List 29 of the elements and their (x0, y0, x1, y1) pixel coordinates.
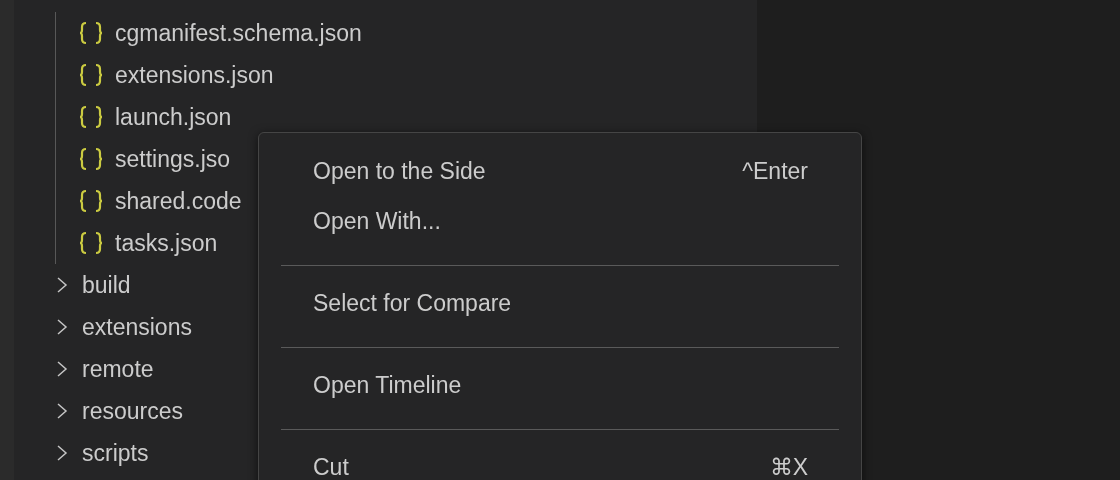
file-name[interactable]: launch.json (115, 103, 232, 131)
file-name[interactable]: tasks.json (115, 229, 218, 257)
folder-name[interactable]: build (82, 271, 131, 299)
braces-icon (78, 188, 104, 214)
braces-icon (78, 146, 104, 172)
folder-name[interactable]: resources (82, 397, 183, 425)
folder-name[interactable]: remote (82, 355, 154, 383)
folder-name[interactable]: extensions (82, 313, 192, 341)
file-name[interactable]: settings.jso (115, 145, 231, 173)
menu-item[interactable]: Cut ⌘X (281, 445, 839, 480)
menu-item[interactable]: Open Timeline (281, 363, 839, 407)
shortcut-label: ^Enter (742, 157, 808, 185)
chevron-icon[interactable] (55, 358, 69, 380)
braces-icon (78, 230, 104, 256)
braces-icon (78, 104, 104, 130)
chevron-icon[interactable] (55, 316, 69, 338)
file-name[interactable]: shared.code (115, 187, 242, 215)
file-name[interactable]: extensions.json (115, 61, 274, 89)
menu-item[interactable]: Open With... (281, 199, 839, 243)
file-name[interactable]: cgmanifest.schema.json (115, 19, 362, 47)
menu-item[interactable]: Select for Compare (281, 281, 839, 325)
chevron-icon[interactable] (55, 274, 69, 296)
folder-name[interactable]: scripts (82, 439, 149, 467)
shortcut-label: ⌘X (769, 453, 808, 480)
braces-icon (78, 62, 104, 88)
braces-icon (78, 20, 104, 46)
chevron-icon[interactable] (55, 442, 69, 464)
menu-item[interactable]: Open to the Side ^Enter (281, 149, 839, 193)
chevron-icon[interactable] (55, 400, 69, 422)
